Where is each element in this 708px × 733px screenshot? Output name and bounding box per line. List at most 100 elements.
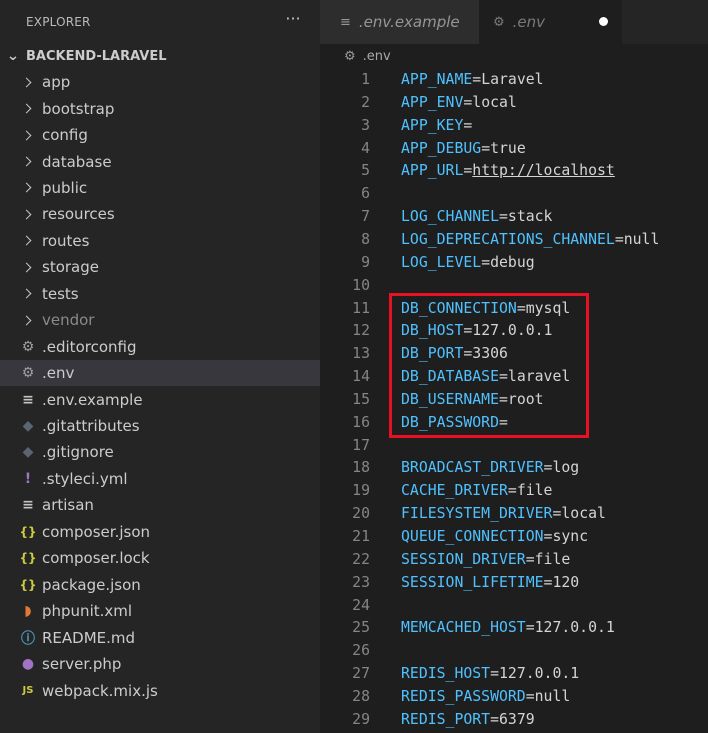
file-item[interactable]: ◆ .gitattributes xyxy=(0,413,320,439)
unsaved-dot-icon[interactable] xyxy=(599,17,608,26)
line-number: 26 xyxy=(352,642,370,660)
env-value: local xyxy=(561,505,606,523)
file-item[interactable]: ⚙ .editorconfig xyxy=(0,334,320,360)
code-line[interactable]: 28 REDIS_PASSWORD=null xyxy=(320,685,708,708)
env-value: local xyxy=(472,93,517,111)
code-line[interactable]: 13 DB_PORT=3306 xyxy=(320,342,708,365)
equals-sign: = xyxy=(463,162,473,180)
file-item[interactable]: {} composer.lock xyxy=(0,545,320,571)
line-number: 18 xyxy=(352,459,370,477)
file-item[interactable]: ! .styleci.yml xyxy=(0,466,320,492)
file-item[interactable]: ≡ artisan xyxy=(0,492,320,518)
file-item[interactable]: ◆ .gitignore xyxy=(0,439,320,465)
env-value: Laravel xyxy=(481,71,544,88)
folder-item[interactable]: app xyxy=(0,69,320,95)
env-key: LOG_LEVEL xyxy=(401,253,482,271)
code-line[interactable]: 21 QUEUE_CONNECTION=sync xyxy=(320,525,708,548)
line-text: REDIS_HOST=127.0.0.1 xyxy=(401,662,579,685)
line-number: 4 xyxy=(361,139,370,157)
env-key: APP_ENV xyxy=(401,93,464,111)
folder-item[interactable]: public xyxy=(0,175,320,201)
equals-sign: = xyxy=(490,665,500,683)
folder-item[interactable]: storage xyxy=(0,254,320,280)
code-line[interactable]: 14 DB_DATABASE=laravel xyxy=(320,365,708,388)
code-line[interactable]: 4 APP_DEBUG=true xyxy=(320,137,708,160)
file-item[interactable]: {} package.json xyxy=(0,572,320,598)
line-text: APP_KEY= xyxy=(401,114,472,137)
folder-item[interactable]: bootstrap xyxy=(0,95,320,121)
folder-item[interactable]: config xyxy=(0,122,320,148)
file-item[interactable]: ⓘ README.md xyxy=(0,624,320,650)
code-line[interactable]: 15 DB_USERNAME=root xyxy=(320,388,708,411)
code-line[interactable]: 11 DB_CONNECTION=mysql xyxy=(320,297,708,320)
env-key: DB_USERNAME xyxy=(401,390,499,408)
code-line[interactable]: 12 DB_HOST=127.0.0.1 xyxy=(320,319,708,342)
line-number: 8 xyxy=(361,230,370,248)
equals-sign: = xyxy=(463,345,473,363)
code-line[interactable]: 19 CACHE_DRIVER=file xyxy=(320,479,708,502)
code-line[interactable]: 7 LOG_CHANNEL=stack xyxy=(320,205,708,228)
tree-item-label: app xyxy=(42,73,71,92)
equals-sign: = xyxy=(525,619,535,637)
code-line[interactable]: 25 MEMCACHED_HOST=127.0.0.1 xyxy=(320,616,708,639)
env-key: APP_NAME xyxy=(401,71,473,88)
code-line[interactable]: 23 SESSION_LIFETIME=120 xyxy=(320,571,708,594)
gear-icon: ⚙ xyxy=(21,338,35,355)
folder-item[interactable]: routes xyxy=(0,228,320,254)
tree-item-label: .env.example xyxy=(42,390,143,409)
gear-icon: ⚙ xyxy=(344,48,356,64)
file-item[interactable]: {} composer.json xyxy=(0,519,320,545)
workspace-section-header[interactable]: ⌄ BACKEND-LARAVEL xyxy=(0,44,320,68)
folder-item[interactable]: database xyxy=(0,148,320,174)
code-line[interactable]: 20 FILESYSTEM_DRIVER=local xyxy=(320,502,708,525)
file-item[interactable]: ⚙ .env xyxy=(0,359,320,387)
tree-item-label: .gitignore xyxy=(42,443,114,462)
code-line[interactable]: 6 xyxy=(320,182,708,205)
line-text: REDIS_PORT=6379 xyxy=(401,708,535,731)
code-line[interactable]: 17 xyxy=(320,434,708,457)
braces-icon: {} xyxy=(19,524,37,539)
env-value: file xyxy=(516,482,553,500)
line-number: 24 xyxy=(352,596,370,614)
file-item[interactable]: ● server.php xyxy=(0,651,320,677)
code-line[interactable]: 5 APP_URL=http://localhost xyxy=(320,159,708,182)
code-line[interactable]: 9 LOG_LEVEL=debug xyxy=(320,251,708,274)
code-line[interactable]: 8 LOG_DEPRECATIONS_CHANNEL=null xyxy=(320,228,708,251)
code-line[interactable]: 22 SESSION_DRIVER=file xyxy=(320,548,708,571)
code-line[interactable]: 2 APP_ENV=local xyxy=(320,91,708,114)
env-value-link[interactable]: http://localhost xyxy=(472,162,615,179)
tree-item-label: .gitattributes xyxy=(42,417,140,436)
file-item[interactable]: ◗ phpunit.xml xyxy=(0,598,320,624)
env-value: root xyxy=(507,390,544,408)
tab-env-example[interactable]: ≡ .env.example xyxy=(320,0,479,44)
code-line[interactable]: 29 REDIS_PORT=6379 xyxy=(320,708,708,731)
code-line[interactable]: 18 BROADCAST_DRIVER=log xyxy=(320,456,708,479)
code-line[interactable]: 27 REDIS_HOST=127.0.0.1 xyxy=(320,662,708,685)
env-key: APP_KEY xyxy=(401,116,464,134)
line-text: LOG_DEPRECATIONS_CHANNEL=null xyxy=(401,228,659,251)
braces-icon: {} xyxy=(19,551,37,566)
folder-item[interactable]: tests xyxy=(0,281,320,307)
gear-icon: ⚙ xyxy=(493,14,505,30)
more-actions-icon[interactable]: ··· xyxy=(283,11,303,32)
code-line[interactable]: 3 APP_KEY= xyxy=(320,114,708,137)
equals-sign: = xyxy=(499,208,508,226)
code-line[interactable]: 26 xyxy=(320,639,708,662)
env-key: REDIS_PORT xyxy=(401,710,491,728)
chevron-right-icon xyxy=(20,312,36,328)
line-text: DB_HOST=127.0.0.1 xyxy=(401,319,552,342)
file-item[interactable]: JS webpack.mix.js xyxy=(0,677,320,703)
tree-item-label: composer.lock xyxy=(42,549,150,568)
tab-env[interactable]: ⚙ .env xyxy=(479,0,622,44)
breadcrumb[interactable]: ⚙ .env xyxy=(320,44,708,68)
file-item[interactable]: ≡ .env.example xyxy=(0,386,320,412)
env-value: 3306 xyxy=(472,345,508,363)
folder-item[interactable]: resources xyxy=(0,201,320,227)
code-line[interactable]: 1 APP_NAME=Laravel xyxy=(320,68,708,91)
code-line[interactable]: 16 DB_PASSWORD= xyxy=(320,411,708,434)
code-line[interactable]: 10 xyxy=(320,274,708,297)
equals-sign: = xyxy=(499,368,508,386)
folder-item[interactable]: vendor xyxy=(0,307,320,333)
env-value: null xyxy=(534,687,571,705)
code-line[interactable]: 24 xyxy=(320,594,708,617)
